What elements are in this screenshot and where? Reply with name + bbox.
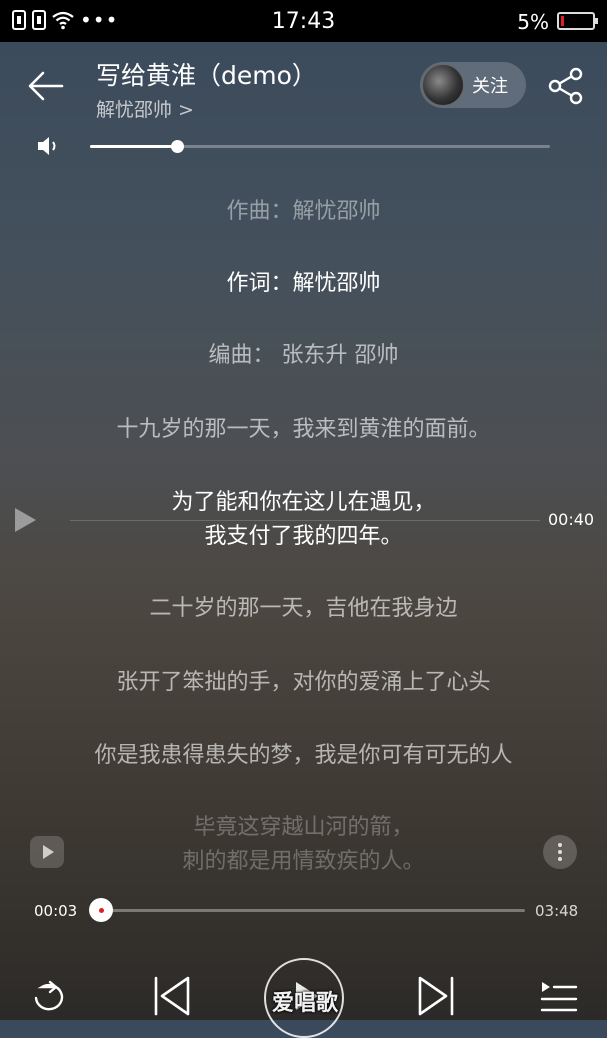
total-time: 03:48 [535, 902, 579, 920]
back-arrow-icon[interactable] [26, 68, 66, 104]
lyric-line: 刺的都是用情致疾的人。 [182, 849, 425, 874]
follow-button[interactable]: 关注 [420, 62, 526, 108]
artist-link[interactable]: 解忧邵帅 > [96, 95, 194, 122]
seek-time: 00:40 [548, 510, 595, 529]
play-from-line-icon[interactable] [12, 506, 38, 534]
lyric-line: 为了能和你在这儿在遇见， [171, 490, 436, 515]
seek-guide-line [70, 520, 540, 521]
volume-icon[interactable] [36, 134, 62, 158]
previous-track-icon[interactable] [150, 974, 194, 1018]
battery-percent: 5% [517, 10, 549, 34]
battery-icon [557, 12, 598, 30]
video-play-icon[interactable] [30, 836, 64, 868]
song-title: 写给黄淮（demo） [96, 61, 317, 90]
lyric-line: 作词：解忧邵帅 [226, 271, 381, 296]
avatar [422, 64, 464, 106]
clock: 17:43 [271, 9, 336, 34]
lyric-line: 作曲：解忧邵帅 [226, 199, 381, 224]
lyric-line: 十九岁的那一天，我来到黄淮的面前。 [116, 417, 491, 442]
progress-thumb[interactable] [89, 898, 114, 922]
status-bar: ••• 17:43 5% [0, 0, 607, 42]
watermark: 爱唱歌 [272, 991, 339, 1016]
lyric-line: 我支付了我的四年。 [204, 524, 403, 549]
volume-slider-thumb[interactable] [171, 140, 185, 153]
follow-label: 关注 [472, 76, 508, 97]
volume-slider-fill [90, 145, 178, 148]
playlist-icon[interactable] [538, 978, 580, 1016]
progress-slider[interactable] [89, 898, 525, 922]
repeat-icon[interactable] [28, 978, 70, 1016]
lyric-line: 二十岁的那一天，吉他在我身边 [149, 596, 458, 621]
more-options-icon[interactable] [543, 835, 577, 869]
lyric-line: 你是我患得患失的梦，我是你可有可无的人 [94, 743, 513, 768]
next-track-icon[interactable] [414, 974, 458, 1018]
lyric-line: 张开了笨拙的手，对你的爱涌上了心头 [116, 670, 491, 695]
volume-slider[interactable] [90, 140, 550, 153]
share-icon[interactable] [546, 66, 586, 106]
current-time: 00:03 [34, 902, 78, 920]
lyric-line: 毕竟这穿越山河的箭， [193, 815, 414, 840]
lyric-line: 编曲： 张东升 邵帅 [208, 343, 399, 368]
